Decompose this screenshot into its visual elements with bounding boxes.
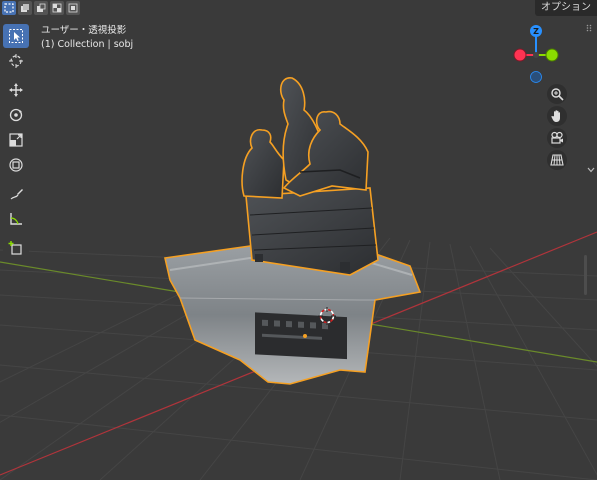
tool-add-cube[interactable] <box>3 236 29 260</box>
scale-icon <box>9 133 23 147</box>
select-invert-icon <box>52 3 62 13</box>
transform-icon <box>9 158 23 172</box>
select-new-icon <box>4 3 14 13</box>
select-subtract-mode-button[interactable] <box>34 1 48 15</box>
viewport-header: オプション <box>0 0 597 17</box>
select-cursor-icon <box>9 29 23 43</box>
gizmo-x-axis <box>513 48 527 62</box>
select-subtract-icon <box>37 3 46 12</box>
select-extend-mode-button[interactable] <box>18 1 32 15</box>
tool-rotate[interactable] <box>3 103 29 127</box>
camera-button[interactable] <box>547 128 567 148</box>
collection-label: (1) Collection | sobj <box>41 39 134 50</box>
tool-move[interactable] <box>3 78 29 102</box>
camera-icon <box>551 131 563 144</box>
statue-object[interactable] <box>0 0 597 480</box>
zoom-button[interactable] <box>547 84 567 104</box>
zoom-icon <box>551 88 564 101</box>
tool-transform[interactable] <box>3 153 29 177</box>
viewport-info: ユーザー・透視投影 (1) Collection | sobj <box>41 24 133 52</box>
ortho-toggle-button[interactable] <box>547 150 567 170</box>
select-intersect-icon <box>68 3 78 13</box>
tool-cursor[interactable] <box>3 49 29 73</box>
select-intersect-mode-button[interactable] <box>66 1 80 15</box>
move-icon <box>9 83 23 97</box>
select-box-mode-button[interactable] <box>2 1 16 15</box>
sidebar-dots-handle[interactable] <box>586 24 592 32</box>
tool-select[interactable] <box>3 24 29 48</box>
figure-left <box>241 129 285 199</box>
hand-pan-icon <box>551 110 560 122</box>
tool-measure[interactable] <box>3 207 29 231</box>
rotate-icon <box>9 108 23 122</box>
grid-ortho-icon <box>550 154 564 166</box>
viewport-scrollbar[interactable] <box>584 255 587 295</box>
pan-button[interactable] <box>547 106 567 126</box>
gizmo-z-label: Z <box>533 27 539 36</box>
view-name: ユーザー・透視投影 <box>41 25 127 36</box>
object-origin <box>303 334 307 338</box>
navigation-gizmo[interactable]: Z <box>510 22 566 84</box>
select-invert-mode-button[interactable] <box>50 1 64 15</box>
options-button[interactable]: オプション <box>535 0 597 16</box>
annotate-icon <box>10 189 23 200</box>
select-extend-icon <box>21 4 29 12</box>
3d-viewport[interactable]: オプション ユーザー・透視投影 (1) Collection | sobj Z <box>0 0 597 480</box>
measure-icon <box>10 213 22 225</box>
cursor-3d-icon <box>9 54 23 68</box>
gizmo-neg-z <box>530 71 542 83</box>
tool-annotate[interactable] <box>3 182 29 206</box>
gizmo-y-axis <box>545 48 559 62</box>
3d-cursor <box>318 307 336 325</box>
tool-scale[interactable] <box>3 128 29 152</box>
add-cube-icon <box>8 241 22 255</box>
chevron-down-icon <box>587 167 595 173</box>
sidebar-toggle[interactable] <box>587 166 595 176</box>
